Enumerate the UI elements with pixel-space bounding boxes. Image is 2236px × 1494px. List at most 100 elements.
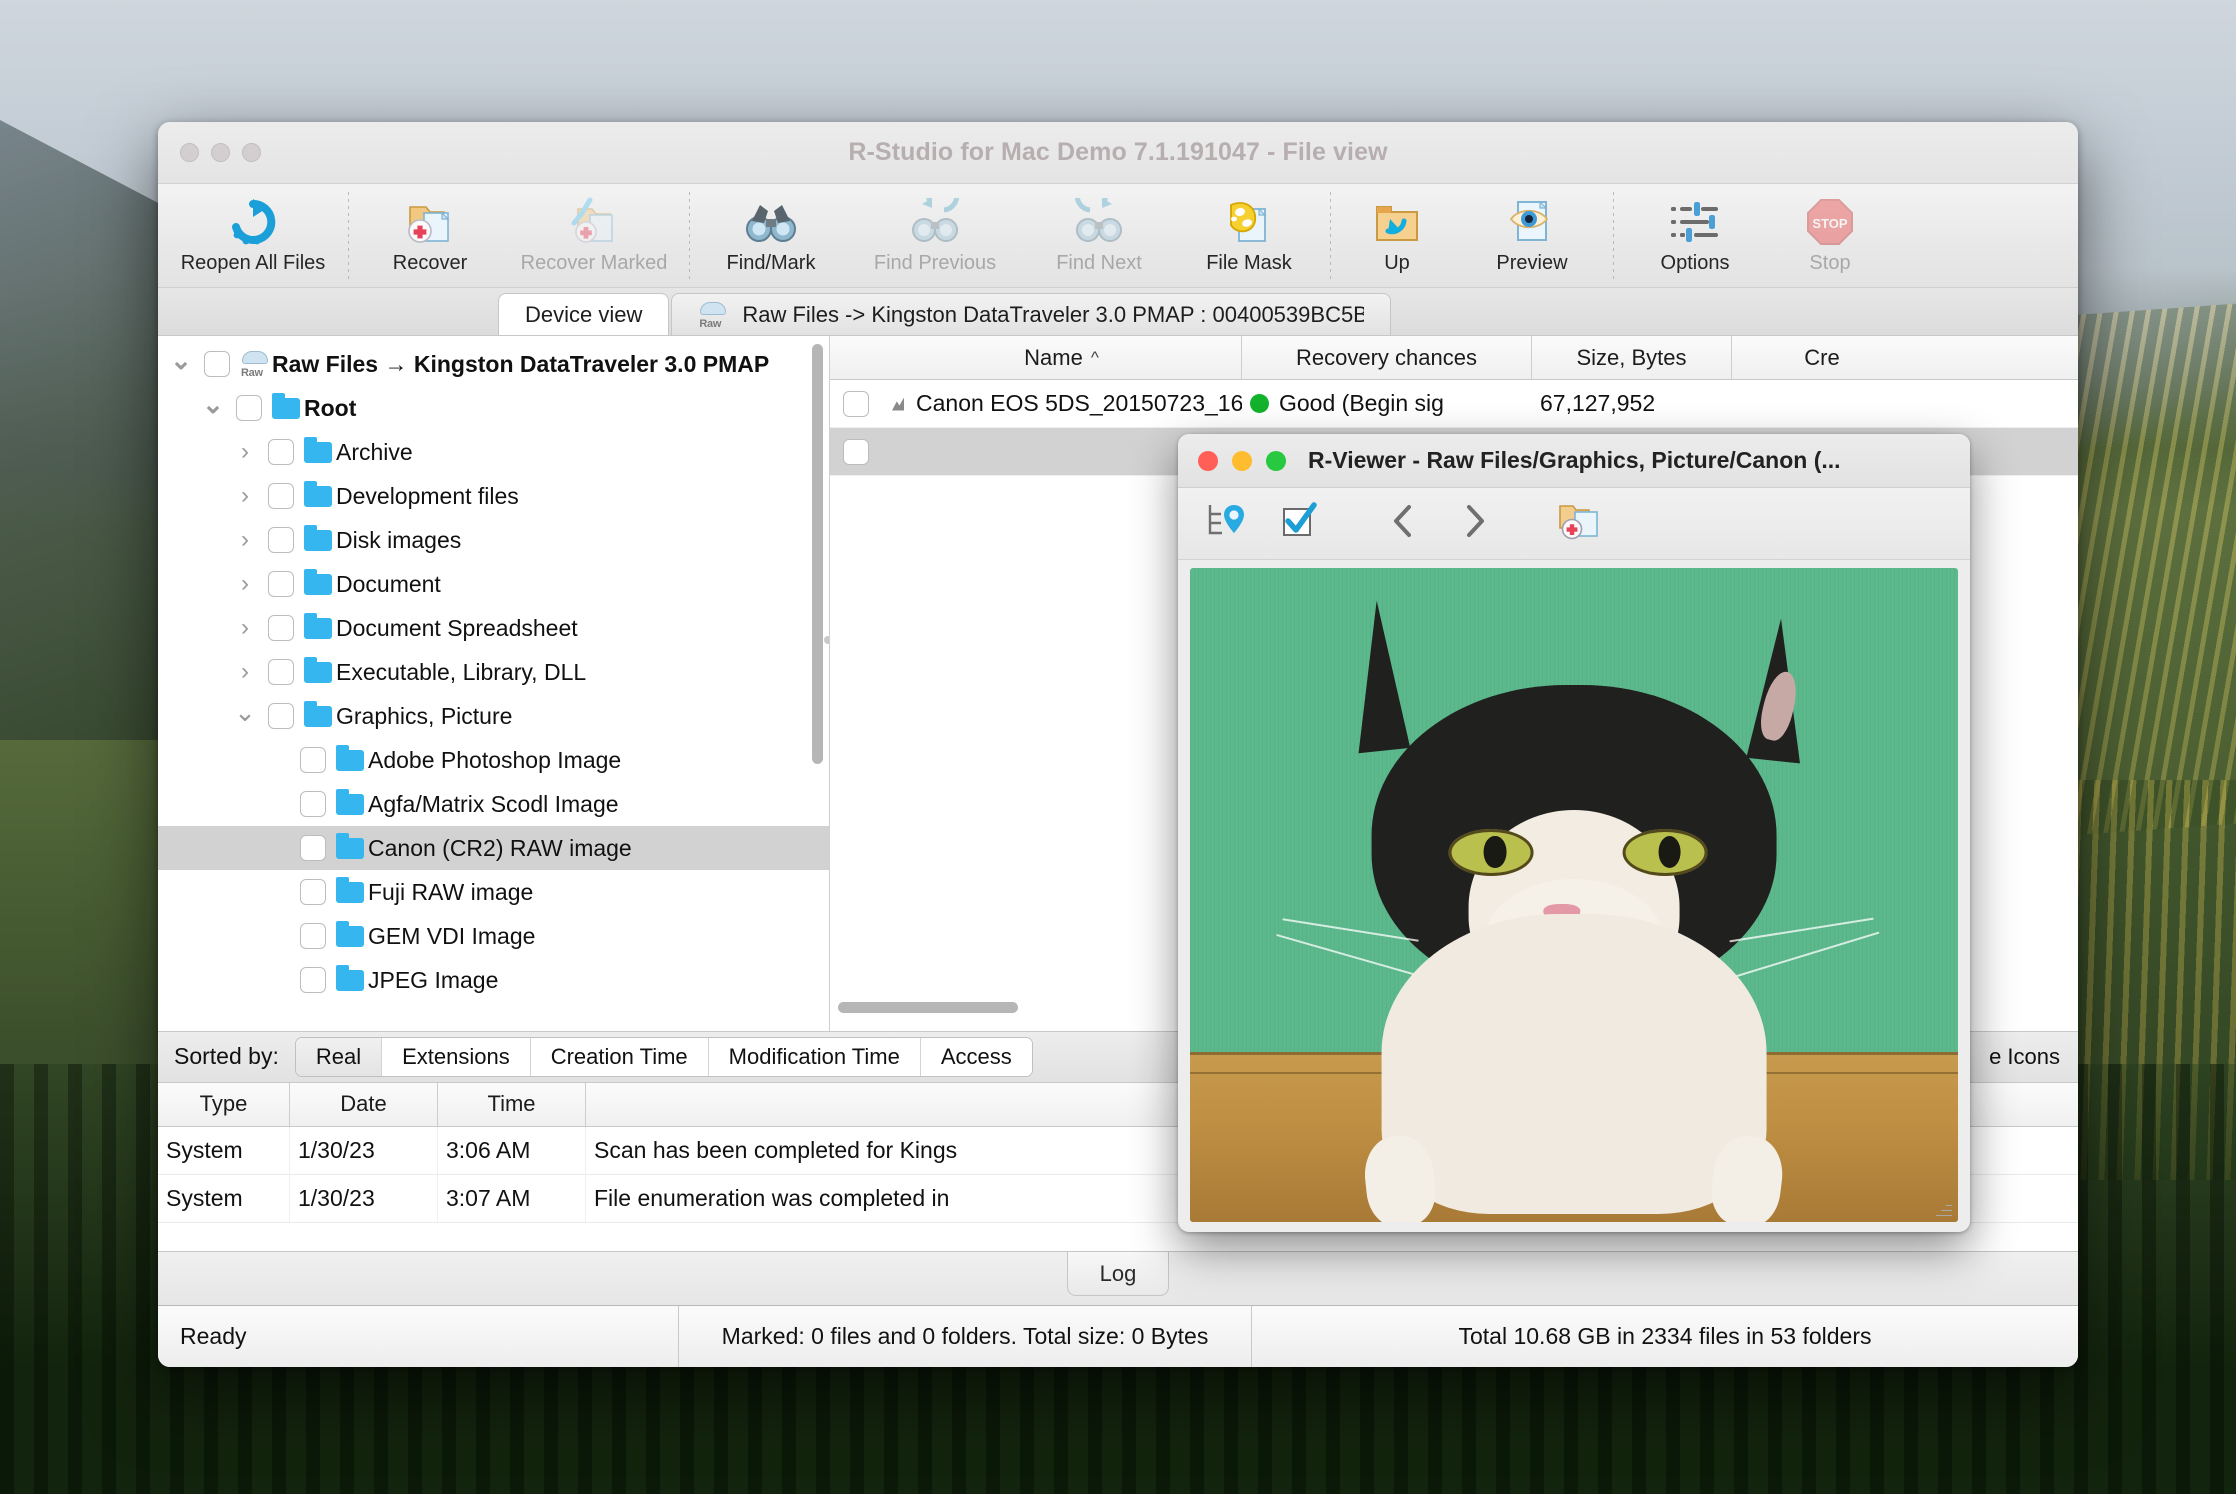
tree-item-document[interactable]: ›Document	[158, 562, 829, 606]
row-checkbox-cell[interactable]	[830, 439, 882, 465]
tree-item-checkbox[interactable]	[204, 351, 230, 377]
tree-item-checkbox[interactable]	[268, 527, 294, 553]
log-column-date[interactable]: Date	[290, 1083, 438, 1126]
column-header-name[interactable]: Name ^	[882, 336, 1242, 379]
mark-file-button[interactable]	[1266, 496, 1332, 552]
resize-grip-icon[interactable]	[1934, 1199, 1952, 1217]
row-size-cell: 67,127,952	[1532, 390, 1732, 417]
column-header-size[interactable]: Size, Bytes	[1532, 336, 1732, 379]
toolbar-find-mark[interactable]: Find/Mark	[696, 184, 846, 287]
tree-item-canon-cr2-raw-image[interactable]: Canon (CR2) RAW image	[158, 826, 829, 870]
column-header-recovery-chances[interactable]: Recovery chances	[1242, 336, 1532, 379]
tab-device-view[interactable]: Device view	[498, 293, 669, 335]
log-time-label: 3:07 AM	[446, 1185, 530, 1212]
row-checkbox-cell[interactable]	[830, 391, 882, 417]
tree-item-checkbox[interactable]	[300, 923, 326, 949]
tree-item-root[interactable]: ⌄ Root	[158, 386, 829, 430]
toolbar-find-previous[interactable]: Find Previous	[846, 184, 1024, 287]
tree-item-checkbox[interactable]	[300, 879, 326, 905]
chevron-right-icon[interactable]: ›	[230, 660, 260, 684]
toolbar-find-next[interactable]: Find Next	[1024, 184, 1174, 287]
tree-item-executable-library-dll[interactable]: ›Executable, Library, DLL	[158, 650, 829, 694]
next-file-button[interactable]	[1442, 496, 1508, 552]
chevron-right-icon[interactable]: ›	[230, 572, 260, 596]
tree-item-agfa-matrix-scodl-image[interactable]: Agfa/Matrix Scodl Image	[158, 782, 829, 826]
locate-in-tree-button[interactable]	[1194, 496, 1260, 552]
tree-item-label: JPEG Image	[368, 967, 498, 994]
log-cell-date: 1/30/23	[290, 1175, 438, 1222]
folder-icon	[304, 574, 332, 595]
row-checkbox[interactable]	[843, 439, 869, 465]
previous-file-button[interactable]	[1370, 496, 1436, 552]
toolbar-recover[interactable]: Recover	[355, 184, 505, 287]
tab-log[interactable]: Log	[1067, 1252, 1170, 1296]
sort-option-extensions[interactable]: Extensions	[382, 1038, 531, 1076]
toolbar-up[interactable]: Up	[1337, 184, 1457, 287]
chevron-down-icon[interactable]: ⌄	[230, 708, 260, 725]
sort-option-creation-time[interactable]: Creation Time	[531, 1038, 709, 1076]
log-column-type[interactable]: Type	[158, 1083, 290, 1126]
tree-item-label: Root	[304, 395, 356, 422]
folder-up-icon	[1372, 196, 1422, 248]
toolbar-file-mask[interactable]: File Mask	[1174, 184, 1324, 287]
tree-item-raw-files-kingston-datatraveler-3-0-pmap[interactable]: ⌄RawRaw Files → Kingston DataTraveler 3.…	[158, 342, 829, 386]
chevron-glyph: ⌄	[170, 347, 192, 373]
tree-item-checkbox[interactable]	[268, 483, 294, 509]
tree-item-checkbox[interactable]	[300, 967, 326, 993]
tree-item-checkbox[interactable]	[268, 439, 294, 465]
r-viewer-maximize-button[interactable]	[1266, 451, 1286, 471]
row-name-label: Canon EOS 5DS_20150723_16523	[916, 390, 1242, 417]
file-list-horizontal-scrollbar[interactable]	[838, 1002, 1018, 1013]
preview-eye-icon	[1507, 196, 1557, 248]
recover-button[interactable]	[1546, 496, 1612, 552]
main-titlebar: R-Studio for Mac Demo 7.1.191047 - File …	[158, 122, 2078, 184]
r-viewer-minimize-button[interactable]	[1232, 451, 1252, 471]
sort-option-real[interactable]: Real	[296, 1038, 382, 1076]
tab-file-view[interactable]: Raw Raw Files -> Kingston DataTraveler 3…	[671, 293, 1391, 335]
tree-item-fuji-raw-image[interactable]: Fuji RAW image	[158, 870, 829, 914]
tree-item-document-spreadsheet[interactable]: ›Document Spreadsheet	[158, 606, 829, 650]
tree-item-checkbox[interactable]	[268, 659, 294, 685]
log-column-time[interactable]: Time	[438, 1083, 586, 1126]
sort-option-access[interactable]: Access	[921, 1038, 1032, 1076]
tree-item-adobe-photoshop-image[interactable]: Adobe Photoshop Image	[158, 738, 829, 782]
tree-item-disk-images[interactable]: ›Disk images	[158, 518, 829, 562]
table-row[interactable]: Canon EOS 5DS_20150723_16523 Good (Begin…	[830, 380, 2078, 428]
chevron-right-icon[interactable]: ›	[230, 484, 260, 508]
row-checkbox[interactable]	[843, 391, 869, 417]
chevron-down-icon[interactable]: ⌄	[198, 400, 228, 417]
tree-item-checkbox[interactable]	[268, 571, 294, 597]
folder-icon	[336, 970, 364, 991]
folder-icon	[336, 794, 364, 815]
chevron-right-icon[interactable]: ›	[230, 440, 260, 464]
tree-item-checkbox[interactable]	[268, 703, 294, 729]
tree-item-checkbox[interactable]	[300, 747, 326, 773]
toolbar-stop[interactable]: STOP Stop	[1770, 184, 1890, 287]
tree-item-jpeg-image[interactable]: JPEG Image	[158, 958, 829, 1002]
find-next-icon	[1072, 196, 1126, 248]
tree-item-gem-vdi-image[interactable]: GEM VDI Image	[158, 914, 829, 958]
toolbar-recover-marked[interactable]: Recover Marked	[505, 184, 683, 287]
tree-item-checkbox[interactable]	[300, 791, 326, 817]
tree-item-graphics-picture[interactable]: ⌄Graphics, Picture	[158, 694, 829, 738]
log-type-label: System	[166, 1137, 243, 1164]
toolbar-options[interactable]: Options	[1620, 184, 1770, 287]
tree-item-label: Agfa/Matrix Scodl Image	[368, 791, 619, 818]
tree-item-checkbox[interactable]	[236, 395, 262, 421]
tree-vertical-scrollbar[interactable]	[812, 344, 823, 764]
chevron-down-icon[interactable]: ⌄	[166, 356, 196, 373]
column-header-created[interactable]: Cre	[1732, 336, 1912, 379]
tree-item-checkbox[interactable]	[300, 835, 326, 861]
log-date-label: 1/30/23	[298, 1185, 375, 1212]
sorted-by-segmented-control[interactable]: RealExtensionsCreation TimeModification …	[295, 1037, 1033, 1077]
tree-item-development-files[interactable]: ›Development files	[158, 474, 829, 518]
tree-item-checkbox[interactable]	[268, 615, 294, 641]
chevron-right-icon[interactable]: ›	[230, 528, 260, 552]
tree-item-archive[interactable]: ›Archive	[158, 430, 829, 474]
r-viewer-close-button[interactable]	[1198, 451, 1218, 471]
toolbar-preview[interactable]: Preview	[1457, 184, 1607, 287]
chevron-right-icon[interactable]: ›	[230, 616, 260, 640]
sort-option-modification-time[interactable]: Modification Time	[709, 1038, 921, 1076]
toolbar-reopen-all-files[interactable]: Reopen All Files	[164, 184, 342, 287]
image-preview-canvas[interactable]	[1190, 568, 1958, 1222]
